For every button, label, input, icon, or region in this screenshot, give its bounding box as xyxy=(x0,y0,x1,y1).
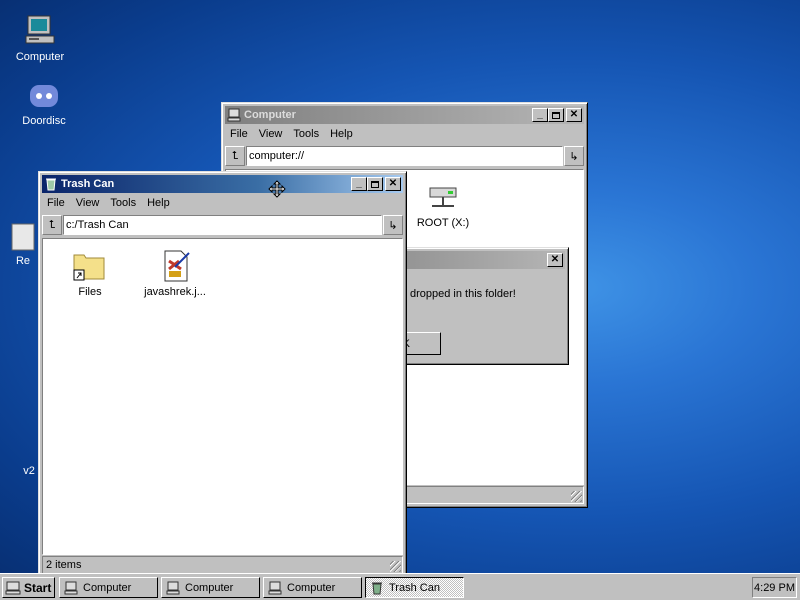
address-bar: ⮤ computer:// ↳ xyxy=(225,145,584,167)
computer-icon xyxy=(64,581,78,594)
menu-view[interactable]: View xyxy=(71,197,106,209)
menu-help[interactable]: Help xyxy=(325,128,359,140)
computer-icon xyxy=(166,581,180,594)
clock-time: 4:29 PM xyxy=(754,581,795,594)
maximize-button[interactable] xyxy=(367,177,383,191)
maximize-button[interactable] xyxy=(548,108,564,122)
recycle-bin-icon xyxy=(372,582,382,594)
title-bar[interactable]: Computer _ ✕ xyxy=(225,106,584,124)
status-bar: 2 items xyxy=(42,556,403,574)
address-bar: ⮤ c:/Trash Can ↳ xyxy=(42,214,403,236)
recycle-bin-icon xyxy=(11,223,35,251)
menu-tools[interactable]: Tools xyxy=(105,197,142,209)
desktop-icon-label: v2 xyxy=(23,465,35,477)
up-button[interactable]: ⮤ xyxy=(225,146,245,166)
go-button[interactable]: ↳ xyxy=(564,146,584,166)
discord-icon xyxy=(30,85,58,107)
minimize-button[interactable]: _ xyxy=(351,177,367,191)
file-item-files[interactable]: Files xyxy=(54,249,126,298)
close-icon: ✕ xyxy=(569,109,579,120)
up-button[interactable]: ⮤ xyxy=(42,215,62,235)
window-title: Trash Can xyxy=(61,178,115,190)
drive-label: ROOT (X:) xyxy=(416,217,470,229)
desktop-icon-label: Computer xyxy=(15,51,65,63)
menu-help[interactable]: Help xyxy=(142,197,176,209)
up-arrow-icon: ⮤ xyxy=(48,218,56,231)
resize-grip[interactable] xyxy=(390,561,401,572)
folder-shortcut-icon xyxy=(73,254,105,281)
taskbar: Start Computer Computer Computer Trash C… xyxy=(0,573,800,600)
up-arrow-icon: ⮤ xyxy=(231,149,239,162)
desktop-icon-doordisc[interactable]: Doordisc xyxy=(9,82,79,127)
file-view[interactable]: Files javashrek.j... xyxy=(42,238,403,555)
resize-grip[interactable] xyxy=(571,491,582,502)
go-button[interactable]: ↳ xyxy=(383,215,403,235)
network-drive-icon xyxy=(429,187,457,207)
move-cursor-icon xyxy=(268,180,286,198)
menu-bar: File View Tools Help xyxy=(42,194,176,212)
task-button-computer-3[interactable]: Computer xyxy=(263,577,362,598)
desktop-icon-computer[interactable]: Computer xyxy=(5,14,75,63)
close-icon: ✕ xyxy=(388,178,398,189)
file-item-javashrek[interactable]: javashrek.j... xyxy=(139,249,211,298)
close-icon: ✕ xyxy=(550,254,560,265)
menu-tools[interactable]: Tools xyxy=(288,128,325,140)
desktop-icon-label: Re xyxy=(15,255,31,267)
item-count: 2 items xyxy=(46,559,82,571)
file-label: javashrek.j... xyxy=(144,286,206,298)
computer-icon xyxy=(227,108,241,122)
task-label: Computer xyxy=(287,581,336,594)
computer-icon xyxy=(268,581,282,594)
menu-bar: File View Tools Help xyxy=(225,125,359,143)
trash-window[interactable]: Trash Can _ ✕ File View Tools Help ⮤ c:/… xyxy=(38,171,407,578)
close-button[interactable]: ✕ xyxy=(385,177,401,191)
java-file-icon xyxy=(164,250,190,282)
menu-file[interactable]: File xyxy=(42,197,71,209)
start-label: Start xyxy=(24,580,52,595)
close-button[interactable]: ✕ xyxy=(566,108,582,122)
task-label: Trash Can xyxy=(389,581,440,594)
dialog-close-button[interactable]: ✕ xyxy=(547,253,563,267)
task-button-computer-2[interactable]: Computer xyxy=(161,577,260,598)
enter-arrow-icon: ↳ xyxy=(388,219,398,232)
address-input[interactable]: computer:// xyxy=(246,146,563,166)
task-button-computer-1[interactable]: Computer xyxy=(59,577,158,598)
title-bar[interactable]: Trash Can _ ✕ xyxy=(42,175,403,193)
file-label: Files xyxy=(78,286,102,298)
menu-file[interactable]: File xyxy=(225,128,254,140)
maximize-icon xyxy=(552,111,560,119)
maximize-icon xyxy=(371,180,379,188)
enter-arrow-icon: ↳ xyxy=(569,150,579,163)
task-label: Computer xyxy=(83,581,132,594)
menu-view[interactable]: View xyxy=(254,128,289,140)
task-label: Computer xyxy=(185,581,234,594)
computer-icon xyxy=(25,15,55,44)
minimize-icon: _ xyxy=(356,178,362,189)
recycle-bin-icon xyxy=(46,178,56,191)
drive-item[interactable]: ROOT (X:) xyxy=(407,184,479,229)
task-button-trash-can[interactable]: Trash Can xyxy=(365,577,464,598)
system-clock[interactable]: 4:29 PM xyxy=(752,577,797,598)
minimize-button[interactable]: _ xyxy=(532,108,548,122)
dialog-message: dropped in this folder! xyxy=(410,288,516,300)
start-computer-icon xyxy=(5,581,21,594)
start-button[interactable]: Start xyxy=(2,577,55,598)
address-input[interactable]: c:/Trash Can xyxy=(63,215,382,235)
minimize-icon: _ xyxy=(537,109,543,120)
desktop-icon-label: Doordisc xyxy=(22,115,66,127)
window-title: Computer xyxy=(244,109,296,121)
